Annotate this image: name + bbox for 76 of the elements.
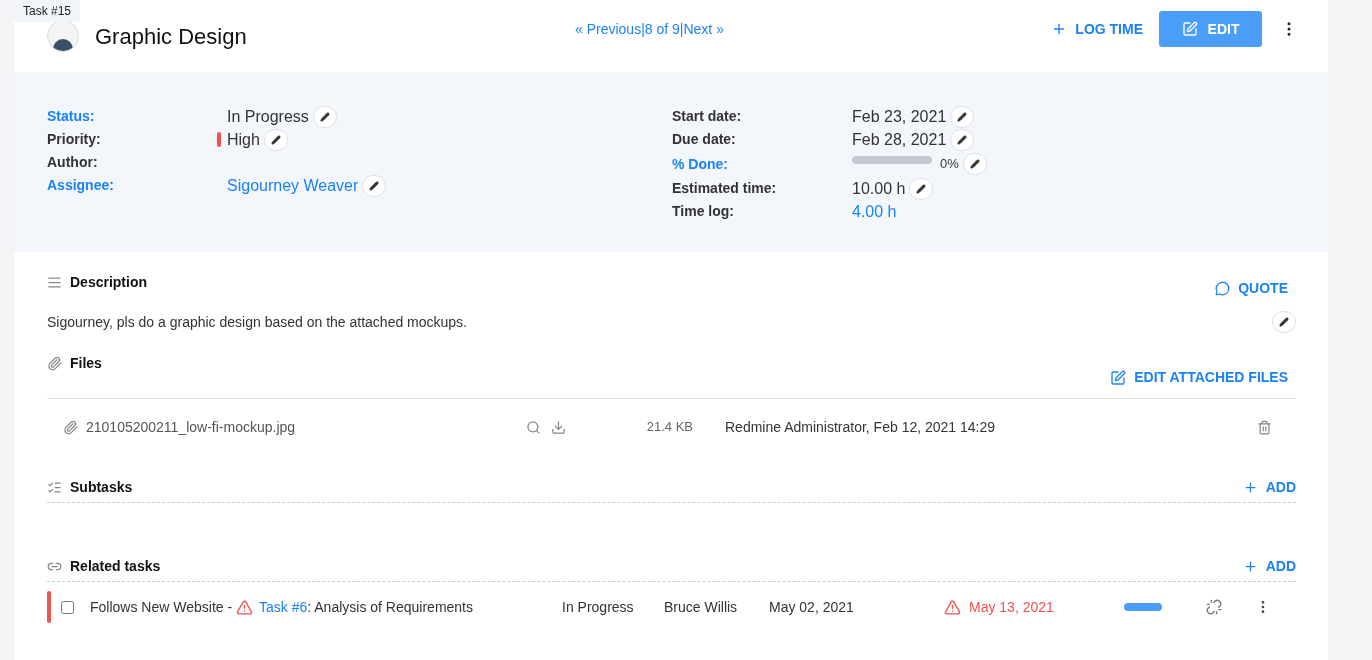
pencil-icon (270, 134, 281, 145)
section-title: Related tasks (70, 557, 161, 576)
field-label: Time log: (672, 202, 735, 221)
previous-link[interactable]: « Previous (575, 18, 642, 40)
edit-pencil-button[interactable] (962, 153, 987, 175)
position-link[interactable]: 8 of 9 (644, 18, 680, 40)
pencil-icon (369, 180, 380, 191)
file-size: 21.4 KB (645, 418, 693, 437)
pencil-icon (1279, 317, 1289, 327)
section-title: Files (70, 354, 102, 373)
task-subject: : Analysis of Requirements (307, 597, 473, 617)
nav-separator: | (679, 19, 684, 39)
pencil-icon (957, 134, 968, 145)
field-value: High (227, 129, 260, 150)
edit-pencil-button[interactable] (362, 174, 387, 197)
nav-separator: | (641, 19, 645, 39)
paperclip-icon (47, 356, 62, 371)
edit-files-button[interactable]: EDIT ATTACHED FILES (1110, 367, 1296, 388)
field-link[interactable]: Sigourney Weaver (227, 173, 359, 198)
pencil-icon (969, 159, 980, 169)
add-related-button[interactable]: ADD (1242, 556, 1296, 577)
row-checkbox[interactable] (61, 600, 74, 614)
edit-pencil-button[interactable] (312, 105, 337, 128)
due-date-cell-text: May 13, 2021 (969, 597, 1054, 617)
section-title: Subtasks (70, 478, 133, 497)
pencil-icon (916, 183, 927, 194)
field-label: Assignee: (47, 176, 115, 195)
edit-pencil-button[interactable] (909, 177, 934, 200)
field-label: Start date: (672, 107, 743, 126)
task-title: Graphic Design (95, 22, 248, 51)
checklist-icon (47, 480, 62, 495)
plus-icon (1242, 480, 1258, 495)
task-tag: Task #15 (14, 0, 81, 22)
field-link[interactable]: 4.00 h (852, 199, 897, 224)
avatar (47, 20, 79, 52)
log-time-button[interactable]: LOG TIME (1051, 18, 1143, 40)
paperclip-icon (63, 419, 78, 435)
edit-icon (1110, 369, 1127, 386)
edit-icon (1181, 21, 1198, 37)
file-link[interactable]: 210105200211_low-fi-mockup.jpg (86, 416, 526, 438)
field-value: Feb 28, 2021 (852, 129, 947, 150)
edit-pencil-button[interactable] (950, 128, 975, 151)
field-label: Estimated time: (672, 179, 778, 198)
field-label: Due date: (672, 130, 737, 149)
list-icon (47, 275, 62, 290)
file-author-date: Redmine Administrator, Feb 12, 2021 14:29 (725, 417, 997, 437)
edit-pencil-button[interactable] (950, 105, 975, 128)
warning-icon (944, 598, 961, 616)
add-subtask-button[interactable]: ADD (1242, 477, 1296, 498)
unlink-icon[interactable] (1206, 599, 1222, 615)
edit-pencil-button[interactable] (263, 128, 288, 151)
field-label: Status: (47, 107, 96, 126)
edit-pencil-button[interactable] (1272, 311, 1296, 333)
field-value: In Progress (227, 106, 309, 127)
start-date-cell-text: May 02, 2021 (769, 597, 855, 617)
edit-button[interactable]: EDIT (1159, 11, 1262, 47)
search-icon[interactable] (526, 419, 541, 435)
next-link[interactable]: Next » (683, 18, 724, 40)
pencil-icon (957, 111, 968, 122)
field-label: Priority: (47, 130, 102, 149)
quote-button[interactable]: QUOTE (1215, 278, 1296, 299)
comment-icon (1215, 281, 1231, 296)
relation-text: Follows New Website - (90, 597, 234, 617)
field-label: Author: (47, 153, 99, 172)
description-text: Sigourney, pls do a graphic design based on the attached mockups. (47, 312, 467, 332)
field-label: % Done: (672, 154, 729, 174)
section-title: Description (70, 273, 147, 292)
assignee-cell-text: Bruce Willis (664, 597, 739, 617)
plus-icon (1242, 559, 1258, 574)
field-value: Feb 23, 2021 (852, 106, 947, 127)
field-value: 10.00 h (852, 178, 906, 199)
download-icon[interactable] (551, 419, 566, 435)
field-value: 0% (940, 155, 959, 174)
delete-icon[interactable] (1257, 419, 1272, 435)
status-cell-text: In Progress (562, 597, 635, 617)
pencil-icon (319, 111, 330, 122)
